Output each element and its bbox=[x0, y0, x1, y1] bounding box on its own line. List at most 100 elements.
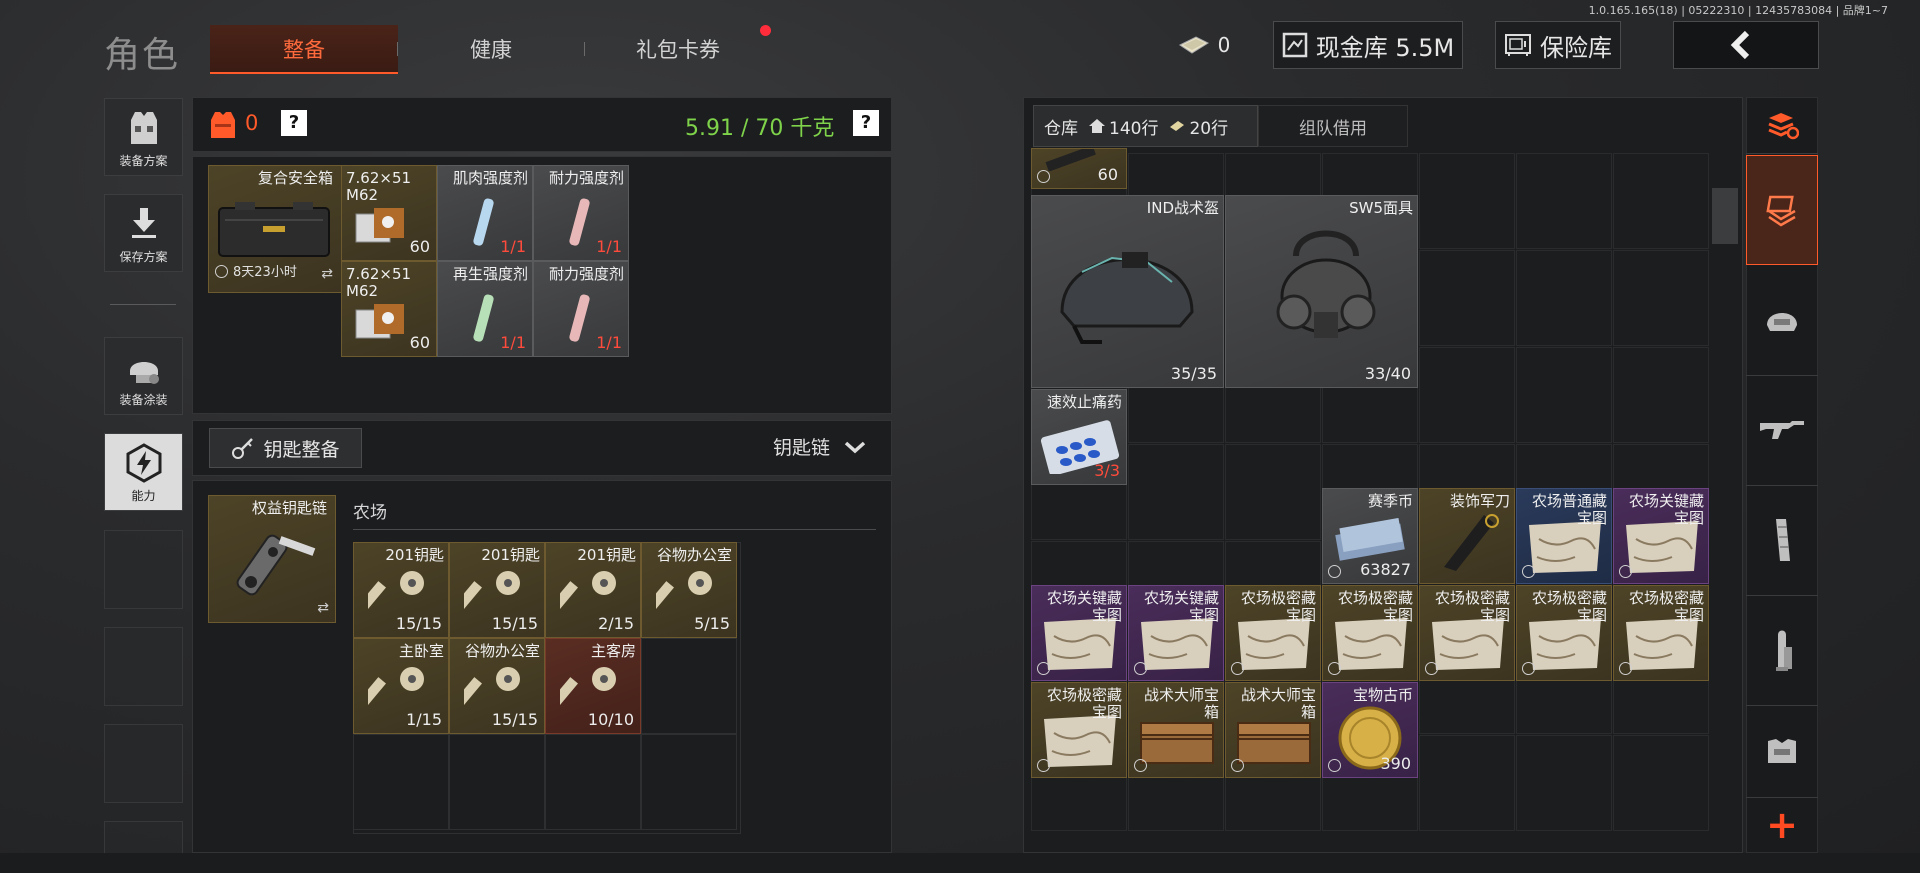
layers-icon bbox=[1766, 195, 1796, 227]
key-loadout-button[interactable]: 钥匙整备 bbox=[209, 428, 362, 468]
injector-icon bbox=[569, 198, 590, 246]
sidebar-divider bbox=[110, 304, 176, 305]
back-button[interactable] bbox=[1673, 21, 1819, 69]
keychain-slot[interactable]: 权益钥匙链 ⇄ bbox=[208, 495, 336, 623]
team-borrow-tab[interactable]: 组队借用 bbox=[1258, 105, 1408, 147]
warehouse-item[interactable]: 装饰军刀 bbox=[1419, 488, 1515, 584]
safe-icon bbox=[1505, 34, 1531, 56]
tab-equipment[interactable]: 整备 bbox=[210, 25, 398, 74]
ability-icon bbox=[126, 443, 161, 483]
warehouse-item[interactable]: 农场极密藏宝图 bbox=[1031, 682, 1127, 778]
item-name: 耐力强度剂 bbox=[548, 265, 624, 283]
safe-button[interactable]: 保险库 bbox=[1495, 21, 1621, 69]
item-name: 农场极密藏宝图 bbox=[1046, 686, 1122, 721]
key-slot[interactable]: 主客房 10/10 bbox=[545, 638, 641, 734]
safe-item-slot[interactable]: 耐力强度剂 1/1 bbox=[533, 261, 629, 357]
armor-value: 0 bbox=[245, 111, 259, 135]
safe-box-slot[interactable]: 复合安全箱 8天23小时 ⇄ bbox=[208, 165, 342, 293]
swap-icon[interactable]: ⇄ bbox=[317, 600, 329, 616]
warehouse-item[interactable]: 60 bbox=[1031, 148, 1127, 189]
key-slot[interactable]: 201钥匙 15/15 bbox=[449, 542, 545, 638]
helmet-icon bbox=[1767, 313, 1797, 331]
safe-label: 保险库 bbox=[1540, 33, 1612, 62]
key-slot[interactable]: 谷物办公室 15/15 bbox=[449, 638, 545, 734]
swap-icon[interactable]: ⇄ bbox=[321, 266, 333, 282]
key-slot[interactable]: 201钥匙 2/15 bbox=[545, 542, 641, 638]
home-icon bbox=[1089, 119, 1105, 133]
safe-box-name: 复合安全箱 bbox=[257, 169, 333, 187]
warehouse-item[interactable]: 战术大师宝箱 bbox=[1128, 682, 1224, 778]
item-name: 农场普通藏宝图 bbox=[1531, 492, 1607, 527]
injector-icon bbox=[473, 294, 494, 342]
warehouse-tab[interactable]: 仓库 140行 20行 bbox=[1033, 105, 1258, 147]
warehouse-item[interactable]: 农场极密藏宝图 bbox=[1322, 585, 1418, 681]
category-rifle[interactable] bbox=[1746, 375, 1818, 486]
key-slot[interactable]: 谷物办公室 5/15 bbox=[641, 542, 737, 638]
warehouse-item[interactable]: 农场关键藏宝图 bbox=[1031, 585, 1127, 681]
warehouse-item[interactable]: 宝物古币 390 bbox=[1322, 682, 1418, 778]
add-category-button[interactable]: + bbox=[1746, 797, 1818, 853]
tab-gift-cards[interactable]: 礼包卡券 bbox=[584, 25, 772, 72]
category-armor[interactable] bbox=[1746, 705, 1818, 798]
sidebar-loadout-plan[interactable]: 装备方案 bbox=[104, 98, 183, 176]
item-name: 肌肉强度剂 bbox=[452, 169, 528, 187]
warehouse-item[interactable]: IND战术盔 35/35 bbox=[1031, 195, 1224, 388]
safe-item-slot[interactable]: 耐力强度剂 1/1 bbox=[533, 165, 629, 261]
safe-item-slot[interactable]: 再生强度剂 1/1 bbox=[437, 261, 533, 357]
category-helmet[interactable] bbox=[1746, 265, 1818, 376]
safe-item-slot[interactable]: 7.62×51 M62 60 bbox=[341, 261, 437, 357]
warehouse-item[interactable]: 农场极密藏宝图 bbox=[1419, 585, 1515, 681]
weight-help-button[interactable]: ? bbox=[853, 110, 879, 136]
safe-item-slot[interactable]: 肌肉强度剂 1/1 bbox=[437, 165, 533, 261]
sidebar-ability[interactable]: 能力 bbox=[104, 433, 183, 511]
cash-vault-button[interactable]: 现金库 5.5M bbox=[1273, 21, 1463, 69]
helmet-paint-icon bbox=[129, 362, 159, 384]
treasure-map-icon bbox=[1335, 618, 1407, 670]
sidebar-save-plan[interactable]: 保存方案 bbox=[104, 194, 183, 272]
clock-icon bbox=[1037, 170, 1050, 183]
warehouse-item[interactable]: 农场关键藏宝图 bbox=[1128, 585, 1224, 681]
item-name: 农场关键藏宝图 bbox=[1628, 492, 1704, 527]
warehouse-item[interactable]: 农场极密藏宝图 bbox=[1516, 585, 1612, 681]
warehouse-item[interactable]: 农场关键藏宝图 bbox=[1613, 488, 1709, 584]
injector-icon bbox=[473, 198, 494, 246]
armor-help-button[interactable]: ? bbox=[281, 110, 307, 136]
tab-health[interactable]: 健康 bbox=[397, 25, 585, 72]
warehouse-empty-slot bbox=[1613, 250, 1709, 346]
treasure-chest-icon bbox=[1237, 722, 1311, 764]
category-all[interactable] bbox=[1746, 97, 1818, 154]
item-count: 33/40 bbox=[1364, 364, 1411, 383]
warehouse-item[interactable]: SW5面具 33/40 bbox=[1225, 195, 1418, 388]
key-slot[interactable]: 主卧室 1/15 bbox=[353, 638, 449, 734]
key-slot[interactable]: 201钥匙 15/15 bbox=[353, 542, 449, 638]
keychain-dropdown[interactable]: 钥匙链 bbox=[773, 433, 866, 460]
cash-count: 0 bbox=[1217, 33, 1231, 57]
warehouse-item[interactable]: 农场普通藏宝图 bbox=[1516, 488, 1612, 584]
keychain-icon bbox=[236, 534, 316, 596]
sidebar-empty-slot bbox=[104, 724, 183, 803]
category-ammo[interactable] bbox=[1746, 595, 1818, 706]
key-empty-slot bbox=[641, 734, 737, 830]
sidebar-equipment-skin[interactable]: 装备涂装 bbox=[104, 337, 183, 415]
warehouse-item[interactable]: 农场极密藏宝图 bbox=[1613, 585, 1709, 681]
item-count: 60 bbox=[409, 237, 430, 256]
category-layers[interactable] bbox=[1746, 155, 1818, 265]
warehouse-item[interactable]: 农场极密藏宝图 bbox=[1225, 585, 1321, 681]
category-magazine[interactable] bbox=[1746, 485, 1818, 596]
bullet-icon bbox=[1776, 630, 1792, 671]
item-name: 201钥匙 bbox=[385, 546, 444, 564]
safe-item-slot[interactable]: 7.62×51 M62 60 bbox=[341, 165, 437, 261]
item-count: 15/15 bbox=[491, 710, 538, 729]
ammo-box-icon bbox=[355, 304, 404, 339]
warehouse-scrollbar[interactable] bbox=[1712, 188, 1738, 244]
warehouse-empty-slot bbox=[1128, 444, 1224, 540]
key-empty-slot bbox=[353, 734, 449, 830]
keychain-dropdown-label: 钥匙链 bbox=[773, 437, 831, 459]
warehouse-item[interactable]: 速效止痛药 3/3 bbox=[1031, 389, 1127, 485]
item-name: SW5面具 bbox=[1349, 199, 1413, 217]
clock-icon bbox=[215, 265, 228, 278]
warehouse-item[interactable]: 战术大师宝箱 bbox=[1225, 682, 1321, 778]
warehouse-item[interactable]: 赛季币 63827 bbox=[1322, 488, 1418, 584]
safe-box-timer: 8天23小时 bbox=[233, 265, 297, 280]
item-count: 60 bbox=[1097, 165, 1118, 184]
